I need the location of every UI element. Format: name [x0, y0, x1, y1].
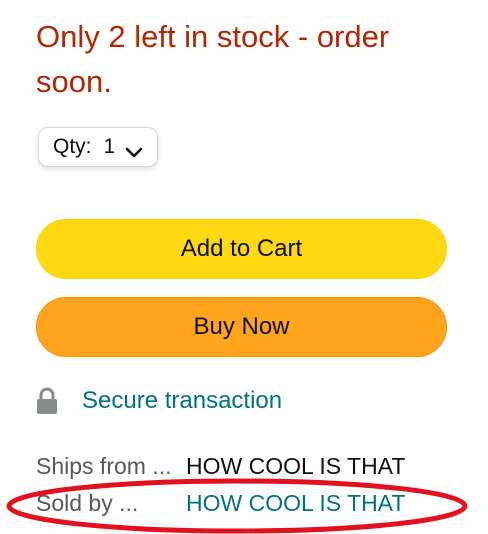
buy-now-label: Buy Now — [193, 313, 290, 340]
ships-from-label: Ships from ... — [36, 453, 172, 479]
ships-from-row: Ships from ... HOW COOL IS THAT — [36, 450, 405, 482]
quantity-label: Qty: — [53, 135, 92, 158]
ships-from-value: HOW COOL IS THAT — [186, 453, 406, 479]
secure-transaction: Secure transaction — [36, 384, 282, 418]
add-to-cart-button[interactable]: Add to Cart — [36, 219, 447, 279]
sold-by-label: Sold by ... — [36, 490, 139, 516]
add-to-cart-label: Add to Cart — [180, 235, 303, 262]
buy-now-button[interactable]: Buy Now — [36, 297, 447, 357]
sold-by-seller-link[interactable]: HOW COOL IS THAT — [186, 490, 405, 516]
lock-icon — [36, 387, 58, 415]
secure-transaction-link[interactable]: Secure transaction — [82, 387, 282, 415]
quantity-value: 1 — [103, 135, 116, 158]
quantity-dropdown[interactable]: Qty: 1 — [38, 127, 158, 167]
chevron-down-icon — [125, 141, 143, 158]
stock-message: Only 2 left in stock - order soon. — [36, 19, 390, 99]
sold-by-row: Sold by ... HOW COOL IS THAT — [36, 487, 405, 519]
